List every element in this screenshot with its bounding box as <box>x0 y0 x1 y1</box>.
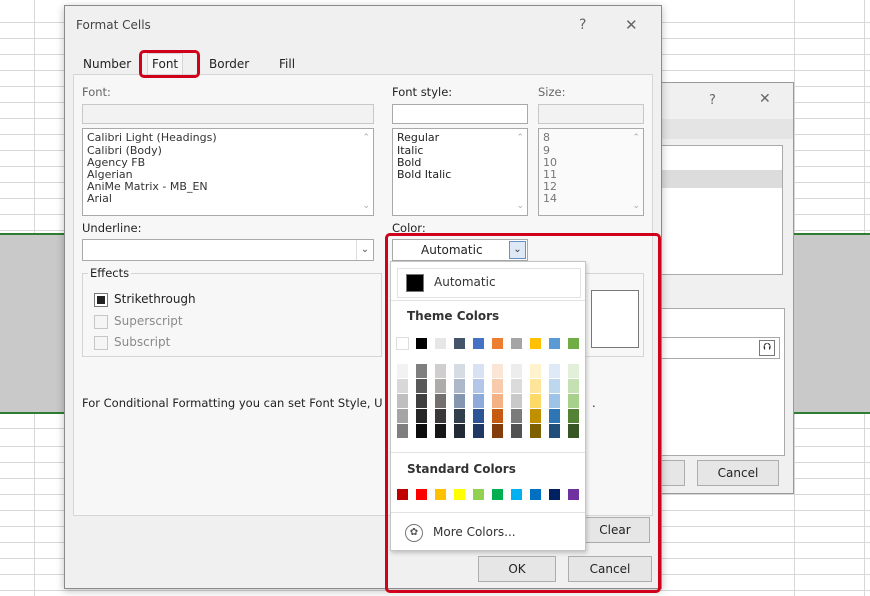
font-style-list[interactable]: Regular Italic Bold Bold Italic ⌃ ⌄ <box>392 128 528 216</box>
superscript-label[interactable]: Superscript <box>114 314 183 328</box>
strikethrough-label[interactable]: Strikethrough <box>114 292 196 306</box>
list-item[interactable]: Bold Italic <box>397 169 451 180</box>
subscript-label[interactable]: Subscript <box>114 335 170 349</box>
list-item[interactable]: Italic <box>397 145 423 156</box>
tab-fill[interactable]: Fill <box>275 54 299 74</box>
list-item[interactable]: 8 <box>543 132 550 143</box>
list-item[interactable]: Algerian <box>87 169 133 180</box>
font-tab-highlight <box>139 50 200 78</box>
font-input[interactable] <box>82 104 374 124</box>
upload-icon[interactable]: ⮉ <box>759 340 775 356</box>
font-list[interactable]: Calibri Light (Headings) Calibri (Body) … <box>82 128 374 216</box>
list-item[interactable]: 11 <box>543 169 557 180</box>
close-icon[interactable]: ✕ <box>759 91 771 107</box>
scroll-up-icon[interactable]: ⌃ <box>516 133 524 143</box>
list-item[interactable]: Calibri Light (Headings) <box>87 132 217 143</box>
scroll-up-icon[interactable]: ⌃ <box>632 133 640 143</box>
selected-rule-row[interactable] <box>652 170 782 188</box>
color-section-highlight <box>385 233 661 593</box>
help-icon[interactable]: ? <box>709 93 716 108</box>
scroll-down-icon[interactable]: ⌄ <box>362 201 370 211</box>
list-item[interactable]: 14 <box>543 193 557 204</box>
list-item[interactable]: Calibri (Body) <box>87 145 162 156</box>
size-label: Size: <box>538 85 566 99</box>
size-list[interactable]: 8 9 10 11 12 14 ⌃ ⌄ <box>538 128 644 216</box>
scroll-down-icon[interactable]: ⌄ <box>632 201 640 211</box>
chevron-down-icon: ⌄ <box>356 240 373 260</box>
size-input[interactable] <box>538 104 644 124</box>
list-item[interactable]: AniMe Matrix - MB_EN <box>87 181 208 192</box>
range-input[interactable]: ⮉ <box>652 337 780 359</box>
tab-number[interactable]: Number <box>79 54 135 74</box>
list-item[interactable]: 10 <box>543 157 557 168</box>
list-item[interactable]: Bold <box>397 157 421 168</box>
list-item[interactable]: Agency FB <box>87 157 145 168</box>
subscript-checkbox[interactable] <box>94 336 108 350</box>
tab-border[interactable]: Border <box>205 54 253 74</box>
strikethrough-checkbox[interactable] <box>94 293 108 307</box>
scroll-down-icon[interactable]: ⌄ <box>516 201 524 211</box>
back-cancel-button[interactable]: Cancel <box>697 460 779 486</box>
font-style-label: Font style: <box>392 85 453 99</box>
dialog-header-strip <box>651 119 793 139</box>
rule-list[interactable] <box>651 145 783 275</box>
list-item[interactable]: 9 <box>543 145 550 156</box>
list-item[interactable]: Arial <box>87 193 112 204</box>
effects-label: Effects <box>88 266 132 280</box>
underline-select[interactable]: ⌄ <box>82 239 374 261</box>
dialog-title: Format Cells <box>76 18 151 32</box>
underline-label: Underline: <box>82 221 142 235</box>
conditional-formatting-note: For Conditional Formatting you can set F… <box>82 396 383 410</box>
font-label: Font: <box>82 85 111 99</box>
font-style-input[interactable] <box>392 104 528 124</box>
background-dialog: ? ✕ ⮉ Cancel <box>650 82 794 494</box>
close-icon[interactable]: ✕ <box>625 16 638 34</box>
help-icon[interactable]: ? <box>579 17 586 33</box>
list-item[interactable]: 12 <box>543 181 557 192</box>
scroll-up-icon[interactable]: ⌃ <box>362 133 370 143</box>
list-item[interactable]: Regular <box>397 132 439 143</box>
rule-panel: ⮉ <box>651 308 785 456</box>
superscript-checkbox[interactable] <box>94 315 108 329</box>
